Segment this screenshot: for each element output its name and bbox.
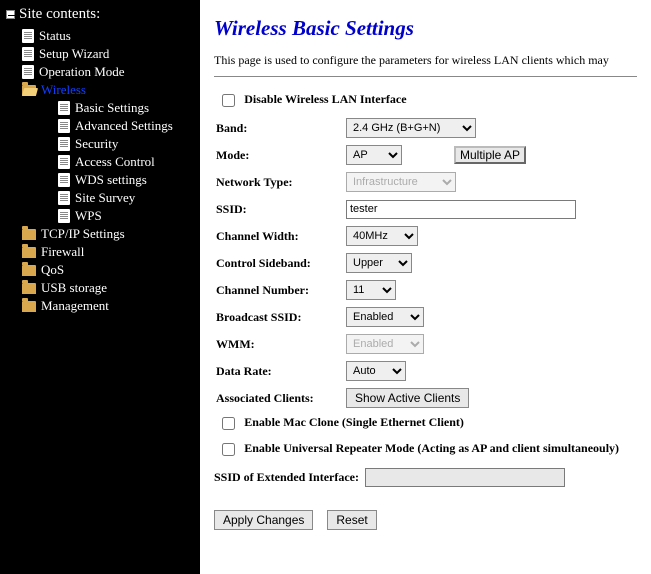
page-icon — [58, 173, 70, 187]
band-select[interactable]: 2.4 GHz (B+G+N) — [346, 118, 476, 138]
folder-icon — [22, 301, 36, 312]
nav-tcpip[interactable]: TCP/IP Settings — [22, 225, 196, 243]
control-sideband-label: Control Sideband: — [214, 256, 346, 271]
broadcast-ssid-label: Broadcast SSID: — [214, 310, 346, 325]
channel-number-label: Channel Number: — [214, 283, 346, 298]
repeater-label: Enable Universal Repeater Mode (Acting a… — [244, 441, 619, 455]
ssid-label: SSID: — [214, 202, 346, 217]
nav-firewall[interactable]: Firewall — [22, 243, 196, 261]
nav-wireless[interactable]: Wireless — [22, 81, 196, 99]
nav-usb-storage[interactable]: USB storage — [22, 279, 196, 297]
nav-security[interactable]: Security — [22, 135, 196, 153]
mac-clone-row: Enable Mac Clone (Single Ethernet Client… — [214, 414, 637, 430]
band-label: Band: — [214, 121, 346, 136]
channel-width-select[interactable]: 40MHz — [346, 226, 418, 246]
page-icon — [58, 119, 70, 133]
page-icon — [22, 65, 34, 79]
page-icon — [58, 209, 70, 223]
divider — [214, 76, 637, 77]
broadcast-ssid-select[interactable]: Enabled — [346, 307, 424, 327]
ssid-input[interactable] — [346, 200, 576, 219]
apply-button[interactable]: Apply Changes — [214, 510, 313, 530]
page-description: This page is used to configure the param… — [214, 53, 637, 68]
page-icon — [58, 137, 70, 151]
wmm-select: Enabled — [346, 334, 424, 354]
page-icon — [58, 101, 70, 115]
extended-ssid-label: SSID of Extended Interface: — [214, 470, 359, 485]
page-icon — [58, 191, 70, 205]
disable-wlan-label: Disable Wireless LAN Interface — [244, 92, 406, 106]
nav-site-survey[interactable]: Site Survey — [22, 189, 196, 207]
nav-status[interactable]: Status — [22, 27, 196, 45]
nav-wps[interactable]: WPS — [22, 207, 196, 225]
nav-access-control[interactable]: Access Control — [22, 153, 196, 171]
multiple-ap-button[interactable]: Multiple AP — [454, 146, 526, 164]
folder-icon — [22, 229, 36, 240]
reset-button[interactable]: Reset — [327, 510, 376, 530]
disable-wlan-checkbox[interactable] — [222, 94, 235, 107]
nav-basic-settings[interactable]: Basic Settings — [22, 99, 196, 117]
page-icon — [22, 47, 34, 61]
page-icon — [58, 155, 70, 169]
sidebar-heading-text: Site contents: — [19, 6, 100, 23]
mac-clone-label: Enable Mac Clone (Single Ethernet Client… — [244, 415, 464, 429]
channel-number-select[interactable]: 11 — [346, 280, 396, 300]
nav-management[interactable]: Management — [22, 297, 196, 315]
mode-label: Mode: — [214, 148, 346, 163]
sidebar: Site contents: Status Setup Wizard Opera… — [0, 0, 200, 574]
nav-setup-wizard[interactable]: Setup Wizard — [22, 45, 196, 63]
nav-advanced-settings[interactable]: Advanced Settings — [22, 117, 196, 135]
extended-ssid-input — [365, 468, 565, 487]
network-type-label: Network Type: — [214, 175, 346, 190]
page-title: Wireless Basic Settings — [214, 16, 637, 41]
channel-width-label: Channel Width: — [214, 229, 346, 244]
mode-select[interactable]: AP — [346, 145, 402, 165]
sidebar-heading: Site contents: — [4, 4, 196, 27]
nav-wds-settings[interactable]: WDS settings — [22, 171, 196, 189]
control-sideband-select[interactable]: Upper — [346, 253, 412, 273]
folder-icon — [22, 247, 36, 258]
collapse-icon[interactable] — [6, 10, 15, 19]
disable-wlan-row: Disable Wireless LAN Interface — [214, 91, 637, 107]
folder-open-icon — [22, 85, 36, 96]
show-clients-button[interactable]: Show Active Clients — [346, 388, 469, 408]
repeater-checkbox[interactable] — [222, 443, 235, 456]
mac-clone-checkbox[interactable] — [222, 417, 235, 430]
network-type-select: Infrastructure — [346, 172, 456, 192]
associated-clients-label: Associated Clients: — [214, 391, 346, 406]
main-panel: Wireless Basic Settings This page is use… — [200, 0, 651, 574]
nav-operation-mode[interactable]: Operation Mode — [22, 63, 196, 81]
folder-icon — [22, 265, 36, 276]
repeater-row: Enable Universal Repeater Mode (Acting a… — [214, 440, 637, 456]
page-icon — [22, 29, 34, 43]
data-rate-select[interactable]: Auto — [346, 361, 406, 381]
nav-tree: Status Setup Wizard Operation Mode Wirel… — [4, 27, 196, 315]
data-rate-label: Data Rate: — [214, 364, 346, 379]
nav-qos[interactable]: QoS — [22, 261, 196, 279]
folder-icon — [22, 283, 36, 294]
wmm-label: WMM: — [214, 337, 346, 352]
